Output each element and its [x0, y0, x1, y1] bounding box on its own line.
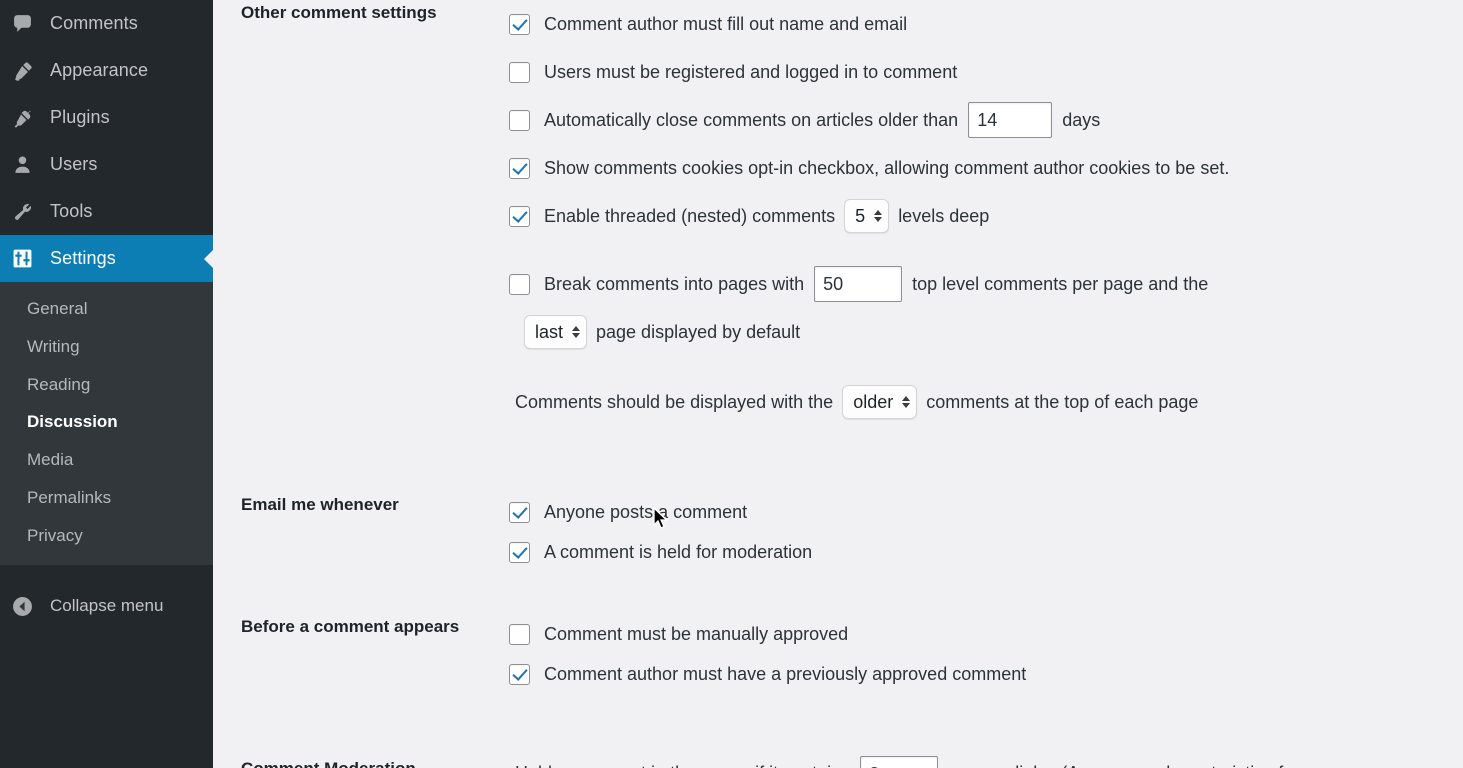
sidebar-item-label: Plugins: [50, 107, 110, 127]
section-label-other-comment-settings: Other comment settings: [241, 3, 437, 22]
comment-order-text-after: comments at the top of each page: [926, 391, 1199, 412]
select-thread-depth[interactable]: 5: [844, 199, 890, 233]
admin-sidebar: Comments Appearance Plugins Users Tools …: [0, 0, 213, 768]
user-icon: [12, 154, 42, 175]
submenu-item-permalinks[interactable]: Permalinks: [0, 479, 213, 517]
option-row-default-page: last page displayed by default: [509, 308, 1443, 356]
updown-arrows-icon: [902, 396, 911, 408]
option-row-threaded-comments: Enable threaded (nested) comments 5 leve…: [509, 192, 1443, 240]
option-label: Comment must be manually approved: [544, 624, 849, 644]
input-moderation-link-count[interactable]: [860, 756, 939, 768]
wrench-icon: [12, 201, 42, 223]
submenu-item-privacy[interactable]: Privacy: [0, 517, 213, 555]
submenu-item-media[interactable]: Media: [0, 441, 213, 479]
submenu-item-general[interactable]: General: [0, 290, 213, 328]
option-row-previously-approved: Comment author must have a previously ap…: [509, 654, 1443, 694]
checkbox-previously-approved-author[interactable]: [509, 663, 530, 685]
discussion-settings-form: Other comment settings Comment author mu…: [213, 0, 1463, 768]
threaded-text-after: levels deep: [898, 206, 990, 226]
section-other-comment-settings: Other comment settings Comment author mu…: [213, 0, 1463, 426]
moderation-text-before: Hold a comment in the queue if it contai…: [515, 763, 850, 768]
checkbox-enable-threaded-comments[interactable]: [509, 205, 530, 227]
sidebar-item-label: Settings: [50, 248, 116, 268]
option-label: Comment author must fill out name and em…: [544, 14, 908, 34]
sidebar-item-label: Tools: [50, 201, 93, 221]
sidebar-item-label: Appearance: [50, 60, 149, 80]
section-fields-comment-moderation: Hold a comment in the queue if it contai…: [509, 756, 1463, 768]
plug-icon: [12, 107, 42, 129]
option-row-name-email: Comment author must fill out name and em…: [509, 0, 1443, 48]
sidebar-item-appearance[interactable]: Appearance: [0, 47, 213, 94]
section-label-comment-moderation: Comment Moderation: [213, 756, 509, 768]
submenu-item-discussion[interactable]: Discussion: [0, 403, 213, 441]
option-label: Users must be registered and logged in t…: [544, 62, 958, 82]
collapse-menu-button[interactable]: Collapse menu: [0, 582, 213, 630]
option-row-registered-users: Users must be registered and logged in t…: [509, 48, 1443, 96]
updown-arrows-icon: [874, 210, 883, 222]
input-comments-per-page[interactable]: [814, 266, 903, 302]
input-close-comments-days[interactable]: [968, 102, 1053, 138]
threaded-text-before: Enable threaded (nested) comments: [544, 206, 836, 226]
checkbox-break-comments-into-pages[interactable]: [509, 273, 530, 295]
collapse-menu-label: Collapse menu: [50, 596, 164, 616]
option-row-break-into-pages: Break comments into pages with top level…: [509, 260, 1443, 308]
sidebar-item-tools[interactable]: Tools: [0, 188, 213, 235]
collapse-left-icon: [12, 596, 42, 617]
sidebar-item-label: Users: [50, 154, 98, 174]
section-before-comment-appears: Before a comment appears Comment must be…: [213, 614, 1463, 694]
checkbox-require-registration[interactable]: [509, 61, 530, 83]
option-label: Comment author must have a previously ap…: [544, 664, 1027, 684]
select-comment-order[interactable]: older: [842, 385, 918, 419]
sidebar-item-settings[interactable]: Settings: [0, 235, 213, 282]
moderation-paragraph: Hold a comment in the queue if it contai…: [509, 756, 1369, 768]
select-comment-order-value: older: [853, 391, 894, 412]
option-row-manually-approved: Comment must be manually approved: [509, 614, 1443, 654]
option-label: Anyone posts a comment: [544, 502, 748, 522]
submenu-item-reading[interactable]: Reading: [0, 366, 213, 404]
option-label: Show comments cookies opt-in checkbox, a…: [544, 158, 1230, 178]
section-email-me-whenever: Email me whenever Anyone posts a comment…: [213, 492, 1463, 572]
auto-close-text-before: Automatically close comments on articles…: [544, 110, 959, 130]
sidebar-item-label: Comments: [50, 13, 138, 33]
submenu-item-writing[interactable]: Writing: [0, 328, 213, 366]
moderation-text-after: or more links. (A common characteristic …: [948, 763, 1283, 768]
break-pages-text-before: Break comments into pages with: [544, 274, 805, 294]
comment-order-text-before: Comments should be displayed with the: [515, 391, 834, 412]
option-row-comment-order: Comments should be displayed with the ol…: [509, 378, 1443, 426]
select-thread-depth-value: 5: [855, 206, 866, 226]
paintbrush-icon: [12, 60, 42, 82]
checkbox-show-cookies-optin[interactable]: [509, 157, 530, 179]
section-fields-before-comment-appears: Comment must be manually approved Commen…: [509, 614, 1463, 694]
option-row-held-moderation: A comment is held for moderation: [509, 532, 1443, 572]
select-default-comments-page[interactable]: last: [524, 315, 588, 349]
checkbox-email-anyone-posts[interactable]: [509, 501, 530, 523]
settings-submenu: General Writing Reading Discussion Media…: [0, 282, 213, 565]
section-label-before-comment-appears: Before a comment appears: [241, 617, 460, 636]
auto-close-text-after: days: [1062, 110, 1101, 130]
wordpress-admin-screen: Comments Appearance Plugins Users Tools …: [0, 0, 1463, 768]
option-label: A comment is held for moderation: [544, 542, 813, 562]
updown-arrows-icon: [572, 326, 581, 338]
section-fields-other-comment-settings: Comment author must fill out name and em…: [509, 0, 1463, 426]
sidebar-item-comments[interactable]: Comments: [0, 0, 213, 47]
select-default-comments-page-value: last: [535, 321, 564, 342]
comment-bubble-icon: [12, 13, 42, 34]
option-row-anyone-posts: Anyone posts a comment: [509, 492, 1443, 532]
sidebar-menu: Comments Appearance Plugins Users Tools …: [0, 0, 213, 282]
sliders-icon: [12, 248, 42, 269]
section-comment-moderation: Comment Moderation Hold a comment in the…: [213, 756, 1463, 768]
sidebar-item-plugins[interactable]: Plugins: [0, 94, 213, 141]
option-row-auto-close: Automatically close comments on articles…: [509, 96, 1443, 144]
checkbox-require-name-email[interactable]: [509, 13, 530, 35]
sidebar-item-users[interactable]: Users: [0, 141, 213, 188]
option-row-cookies-optin: Show comments cookies opt-in checkbox, a…: [509, 144, 1443, 192]
checkbox-email-held-for-moderation[interactable]: [509, 541, 530, 563]
section-fields-email-me-whenever: Anyone posts a comment A comment is held…: [509, 492, 1463, 572]
checkbox-auto-close-comments[interactable]: [509, 109, 530, 131]
section-label-email-me-whenever: Email me whenever: [241, 495, 399, 514]
break-pages-text-after: top level comments per page and the: [912, 274, 1209, 294]
default-page-text: page displayed by default: [596, 321, 801, 342]
checkbox-manually-approve-comment[interactable]: [509, 623, 530, 645]
